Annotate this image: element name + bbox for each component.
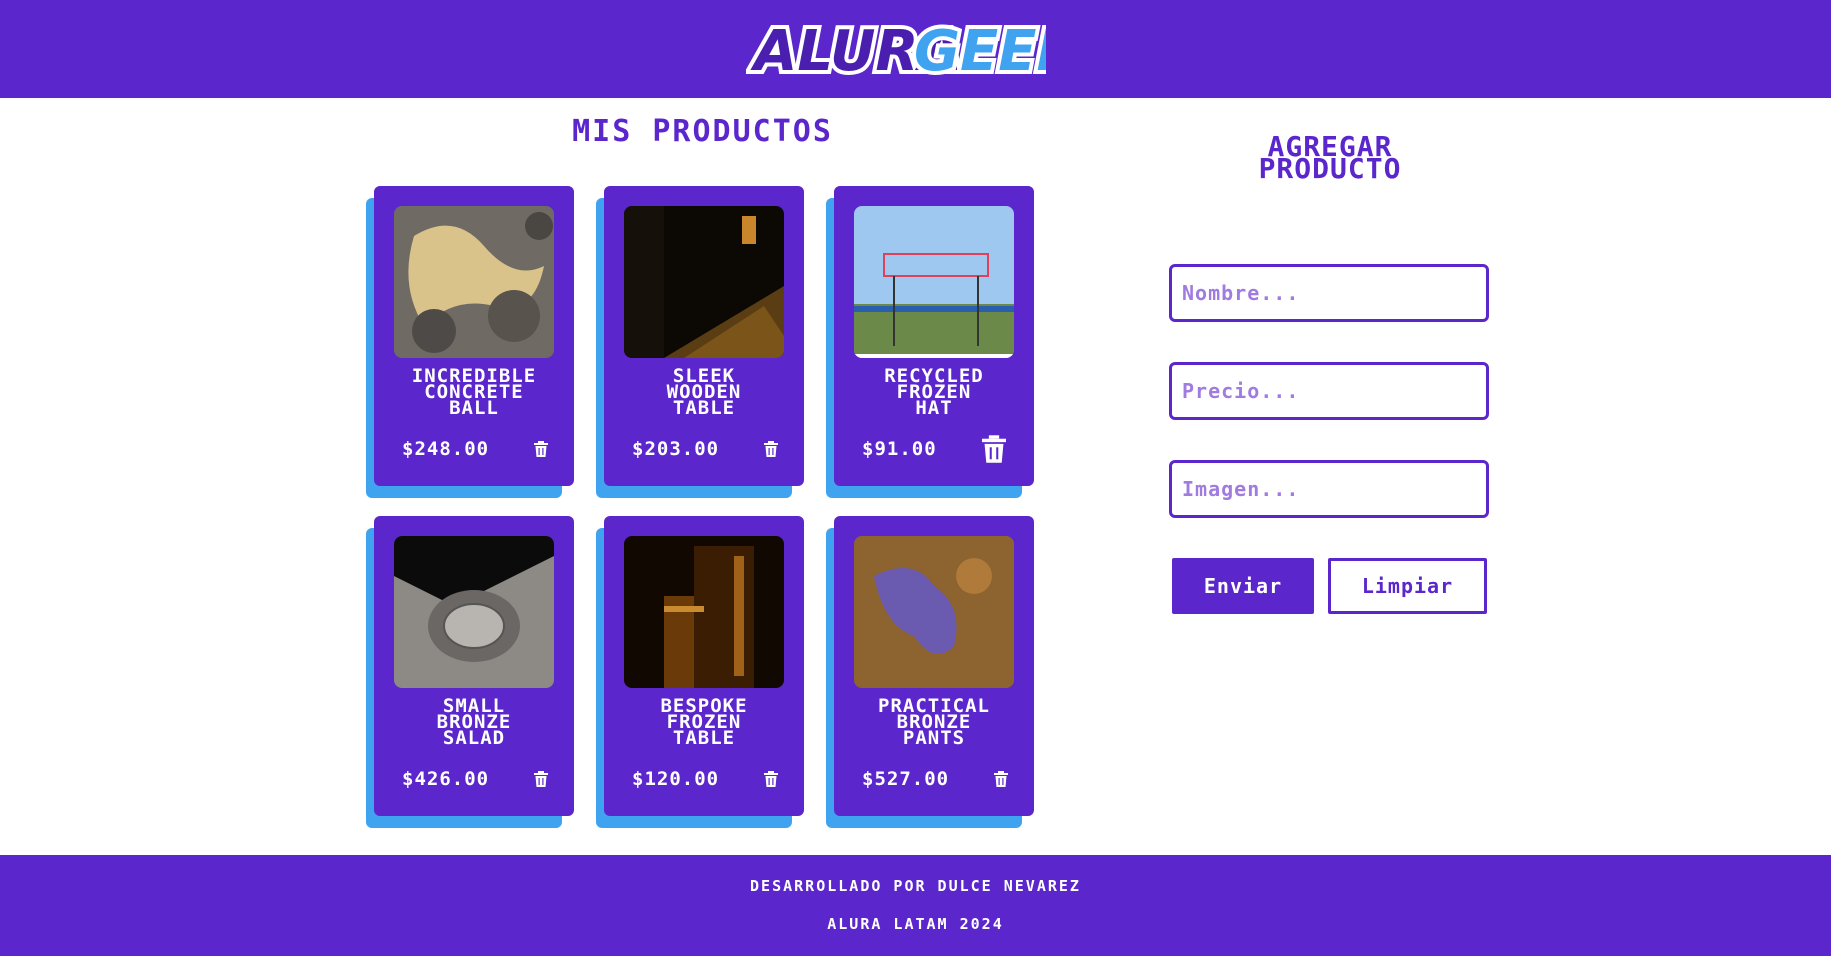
product-name-line: TABLE (672, 727, 736, 749)
name-input[interactable] (1169, 264, 1489, 322)
product-price: $91.00 (862, 438, 937, 460)
product-footer: $91.00 (834, 434, 1034, 464)
product-name-line: SALAD (442, 727, 506, 749)
product-image (854, 536, 1014, 688)
product-name-line: PANTS (902, 727, 966, 749)
product-price: $248.00 (402, 438, 490, 460)
product-price: $203.00 (632, 438, 720, 460)
product-card[interactable]: BESPOKE FROZEN TABLE $120.00 (596, 516, 804, 828)
product-footer: $248.00 (374, 434, 574, 464)
trash-icon[interactable] (764, 441, 778, 457)
product-card[interactable]: SMALL BRONZE SALAD $426.00 (366, 516, 574, 828)
card-body: INCREDIBLE CONCRETE BALL $248.00 (374, 186, 574, 486)
product-name-line: HAT (915, 397, 953, 419)
product-image (394, 206, 554, 358)
send-button[interactable]: Enviar (1172, 558, 1314, 614)
card-body: PRACTICAL BRONZE PANTS $527.00 (834, 516, 1034, 816)
alurageek-logo[interactable]: ALURA GEEK (746, 10, 1046, 88)
product-name-line: TABLE (672, 397, 736, 419)
add-product-title-line2: PRODUCTO (1258, 152, 1402, 185)
products-title: Mis productos (572, 114, 833, 149)
product-price: $120.00 (632, 768, 720, 790)
rust-purple-texture-image (854, 536, 1014, 688)
site-footer: Desarrollado por Dulce Nevarez Alura Lat… (0, 855, 1831, 956)
product-name: SMALL BRONZE SALAD (380, 697, 568, 749)
card-body: SMALL BRONZE SALAD $426.00 (374, 516, 574, 816)
trash-icon[interactable] (994, 771, 1008, 787)
product-price: $527.00 (862, 768, 950, 790)
product-name: RECYCLED FROZEN HAT (840, 367, 1028, 419)
product-card[interactable]: RECYCLED FROZEN HAT $91.00 (826, 186, 1034, 498)
product-image (624, 536, 784, 688)
trash-icon[interactable] (534, 771, 548, 787)
svg-text:GEEK: GEEK (914, 19, 1046, 84)
image-input[interactable] (1169, 460, 1489, 518)
site-header: ALURA GEEK (0, 0, 1831, 98)
product-name: INCREDIBLE CONCRETE BALL (380, 367, 568, 419)
product-image (854, 206, 1014, 358)
trash-icon[interactable] (534, 441, 548, 457)
add-product-title: AGREGAR PRODUCTO (1190, 133, 1470, 185)
card-body: SLEEK WOODEN TABLE $203.00 (604, 186, 804, 486)
rocky-texture-image (394, 206, 554, 358)
card-body: RECYCLED FROZEN HAT $91.00 (834, 186, 1034, 486)
main-content: Mis productos INCREDIBLE CONCRETE BALL $248… (0, 98, 1831, 855)
price-input[interactable] (1169, 362, 1489, 420)
neon-sign-field-image (854, 206, 1014, 358)
dark-room-image (624, 206, 784, 358)
product-name: BESPOKE FROZEN TABLE (610, 697, 798, 749)
footer-copyright: Alura Latam 2024 (827, 915, 1004, 933)
product-name: PRACTICAL BRONZE PANTS (840, 697, 1028, 749)
card-body: BESPOKE FROZEN TABLE $120.00 (604, 516, 804, 816)
product-card[interactable]: PRACTICAL BRONZE PANTS $527.00 (826, 516, 1034, 828)
product-price: $426.00 (402, 768, 490, 790)
clear-button[interactable]: Limpiar (1328, 558, 1487, 614)
product-footer: $527.00 (834, 764, 1034, 794)
footer-credit: Desarrollado por Dulce Nevarez (750, 877, 1081, 895)
product-image (624, 206, 784, 358)
trash-icon[interactable] (982, 435, 1006, 463)
product-card[interactable]: SLEEK WOODEN TABLE $203.00 (596, 186, 804, 498)
product-name-line: BALL (449, 397, 499, 419)
product-footer: $426.00 (374, 764, 574, 794)
product-name: SLEEK WOODEN TABLE (610, 367, 798, 419)
dark-orange-interior-image (624, 536, 784, 688)
product-card[interactable]: INCREDIBLE CONCRETE BALL $248.00 (366, 186, 574, 498)
product-footer: $203.00 (604, 434, 804, 464)
manhole-cover-image (394, 536, 554, 688)
product-footer: $120.00 (604, 764, 804, 794)
trash-icon[interactable] (764, 771, 778, 787)
product-image (394, 536, 554, 688)
